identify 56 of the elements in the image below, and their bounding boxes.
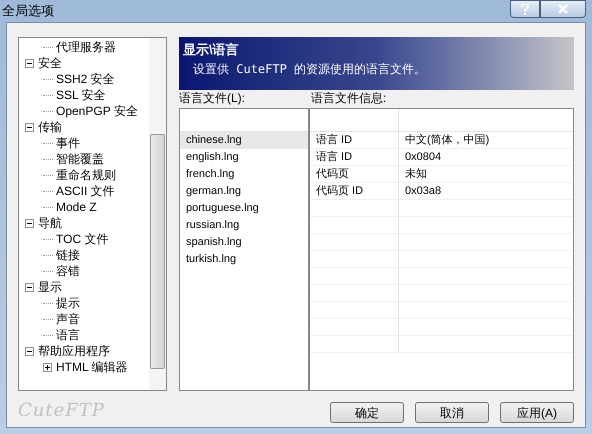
table-cell: 语言 ID (310, 132, 399, 148)
list-item[interactable]: portuguese.lng (180, 200, 308, 217)
tree-item[interactable]: 帮助应用程序 (38, 342, 110, 360)
tree-item[interactable]: 提示 (56, 294, 80, 312)
table-cell-text: 0x0804 (404, 150, 442, 165)
list-label: 语言文件信息: (311, 90, 386, 107)
collapse-icon[interactable] (25, 122, 34, 132)
close-button[interactable] (540, 0, 586, 18)
table-cell: 代码页 (310, 166, 399, 182)
scrollbar[interactable] (149, 38, 166, 390)
tree-item[interactable]: TOC 文件 (56, 230, 108, 248)
tree-item[interactable]: 智能覆盖 (56, 150, 104, 168)
tree-item[interactable]: 安全 (38, 54, 62, 72)
tree-item[interactable]: 语言 (56, 326, 80, 344)
table-cell-text: 未知 (404, 166, 428, 182)
list-item[interactable]: english.lng (180, 149, 308, 166)
list-item[interactable]: spanish.lng (180, 234, 308, 251)
table-cell-text: 0x03a8 (404, 184, 442, 199)
collapse-icon[interactable] (25, 346, 34, 356)
dialog-button[interactable]: 确定 (330, 402, 404, 423)
collapse-icon[interactable] (25, 58, 34, 68)
tree-item[interactable]: 代理服务器 (56, 38, 116, 56)
tree-item[interactable]: 链接 (56, 246, 80, 264)
list-item[interactable]: russian.lng (180, 217, 308, 234)
tree-item[interactable]: SSH2 安全 (56, 70, 115, 88)
close-icon (558, 4, 568, 14)
tree-item[interactable]: 重命名规则 (56, 166, 116, 184)
list-item[interactable]: chinese.lng (180, 132, 308, 149)
tree-item[interactable]: 事件 (56, 134, 80, 152)
dialog-button[interactable]: 取消 (415, 402, 489, 423)
window-title: 全局选项 (2, 2, 54, 20)
tree-item[interactable]: ASCII 文件 (56, 182, 115, 200)
header-title: 显示\语言 (183, 41, 240, 59)
table-cell-text: 中文(简体，中国) (404, 132, 490, 148)
list-item[interactable]: french.lng (180, 166, 308, 183)
tree-item[interactable]: 容错 (56, 262, 80, 280)
table-cell: 语言 ID (310, 149, 399, 165)
list-item[interactable]: turkish.lng (180, 251, 308, 268)
tree-item[interactable]: 传输 (38, 118, 62, 136)
table-cell: 代码页 ID (310, 183, 399, 199)
header-subtitle: 设置供 CuteFTP 的资源使用的语言文件。 (192, 60, 428, 78)
collapse-icon[interactable] (25, 282, 34, 292)
tree-item[interactable]: OpenPGP 安全 (56, 102, 138, 120)
dialog-button[interactable]: 应用(A) (500, 402, 574, 423)
list-label: 语言文件(L): (179, 90, 246, 107)
tree-item[interactable]: HTML 编辑器 (56, 358, 128, 376)
tree-item[interactable]: 导航 (38, 214, 62, 232)
tree-item[interactable]: 显示 (38, 278, 62, 296)
collapse-icon[interactable] (25, 218, 34, 228)
tree-item[interactable]: 声音 (56, 310, 80, 328)
expand-icon[interactable] (43, 362, 52, 372)
tree-item[interactable]: SSL 安全 (56, 86, 106, 104)
tree-item[interactable]: Mode Z (56, 198, 97, 216)
list-item[interactable]: german.lng (180, 183, 308, 200)
help-button[interactable] (510, 0, 540, 18)
help-icon (521, 4, 529, 14)
